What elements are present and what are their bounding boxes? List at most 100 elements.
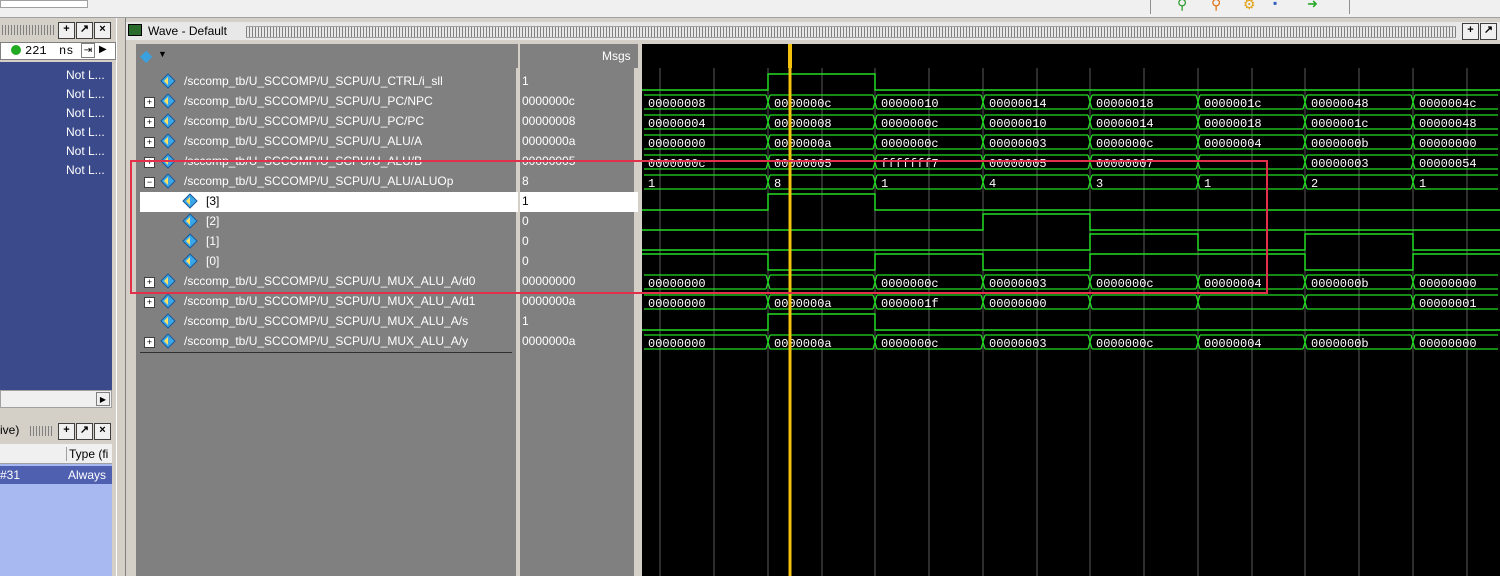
bus-value-label: 00000000 <box>1419 137 1477 151</box>
wave-titlebar: Wave - Default + ↗ <box>126 22 1500 40</box>
not-logged-label: Not L... <box>66 163 105 177</box>
cursor-head[interactable] <box>788 44 792 68</box>
bus-value-label: 00000014 <box>1096 117 1154 131</box>
bus-value-label: 0000000c <box>1096 137 1154 151</box>
scroll-right-arrow[interactable]: ▶ <box>96 392 110 406</box>
bus-value-label: 00000000 <box>648 137 706 151</box>
bus-value-label: 00000054 <box>1419 157 1477 171</box>
run-icon[interactable]: ⚲ <box>1177 0 1187 13</box>
signal-name: /sccomp_tb/U_SCCOMP/U_SCPU/U_MUX_ALU_A/s <box>184 314 469 328</box>
signal-name: /sccomp_tb/U_SCCOMP/U_SCPU/U_MUX_ALU_A/d… <box>184 294 476 308</box>
time-bar: 221 ns ⇥ ▶ <box>0 42 116 60</box>
waveform-bg <box>642 68 1500 576</box>
column-header-type[interactable]: Type (fi <box>66 447 108 461</box>
bus-value-label: 00000003 <box>989 337 1047 351</box>
bus-value-label: 0000000a <box>774 137 832 151</box>
close-icon[interactable]: × <box>94 22 111 39</box>
undock-icon[interactable]: ↗ <box>76 22 93 39</box>
expand-icon[interactable]: + <box>144 137 155 148</box>
time-status-icon <box>11 45 21 55</box>
expand-icon[interactable]: + <box>144 337 155 348</box>
bus-value-label: 00000010 <box>989 117 1047 131</box>
signal-value: 0000000a <box>522 134 576 148</box>
bus-value-label: 0000000b <box>1311 137 1369 151</box>
column-divider[interactable] <box>518 44 520 68</box>
time-jump-button[interactable]: ⇥ <box>81 43 95 58</box>
bus-value-label: 2 <box>1311 177 1318 191</box>
bus-value-label: 0000000c <box>881 137 939 151</box>
save-icon[interactable]: ▪ <box>1273 0 1277 10</box>
bus-value-label: 0000004c <box>1419 97 1477 111</box>
bus-value-label: 0000000c <box>881 117 939 131</box>
undock-icon[interactable]: ↗ <box>76 423 93 440</box>
msgs-header: Msgs <box>602 49 631 63</box>
add-icon[interactable]: + <box>58 22 75 39</box>
bus-value-label: 00000018 <box>1096 97 1154 111</box>
process-list: Not L... Not L... Not L... Not L... Not … <box>0 62 112 404</box>
bus-value-label: 1 <box>1419 177 1426 191</box>
signal-row[interactable]: + /sccomp_tb/U_SCCOMP/U_SCPU/U_ALU/A <box>140 132 518 152</box>
signal-menu-icon[interactable]: ◆ <box>140 46 152 66</box>
signal-row[interactable]: /sccomp_tb/U_SCCOMP/U_SCPU/U_CTRL/i_sll <box>140 72 518 92</box>
bus-value-label: 0000001c <box>1204 97 1262 111</box>
signal-row[interactable]: + /sccomp_tb/U_SCCOMP/U_SCPU/U_PC/NPC <box>140 92 518 112</box>
expand-icon[interactable]: + <box>144 297 155 308</box>
bus-value-label: 00000018 <box>1204 117 1262 131</box>
chevron-down-icon[interactable]: ▼ <box>158 49 167 59</box>
horizontal-scrollbar[interactable]: ▶ <box>0 390 112 408</box>
signal-name: /sccomp_tb/U_SCCOMP/U_SCPU/U_PC/PC <box>184 114 425 128</box>
signal-row[interactable]: + /sccomp_tb/U_SCCOMP/U_SCPU/U_MUX_ALU_A/… <box>140 292 518 312</box>
bus-value-label: 00000003 <box>1311 157 1369 171</box>
wave-header: ◆ ▼ Msgs <box>136 44 1500 68</box>
wave-window-icon <box>128 24 142 36</box>
expand-icon[interactable]: + <box>144 117 155 128</box>
time-unit: ns <box>59 44 74 58</box>
panel-grip[interactable] <box>30 426 52 436</box>
bus-value-label: 0000001c <box>1311 117 1369 131</box>
signal-row[interactable]: + /sccomp_tb/U_SCCOMP/U_SCPU/U_PC/PC <box>140 112 518 132</box>
lower-left-titlebar: ive) + ↗ × <box>0 422 116 440</box>
signal-row[interactable]: + /sccomp_tb/U_SCCOMP/U_SCPU/U_MUX_ALU_A/… <box>140 332 518 352</box>
row-id: #31 <box>0 468 21 482</box>
continue-icon[interactable]: ➜ <box>1307 0 1318 12</box>
close-icon[interactable]: × <box>94 423 111 440</box>
signal-row[interactable]: /sccomp_tb/U_SCCOMP/U_SCPU/U_MUX_ALU_A/s <box>140 312 518 332</box>
vertical-splitter[interactable] <box>116 18 126 576</box>
bus-value-label: 00000000 <box>989 297 1047 311</box>
time-next-arrow[interactable]: ▶ <box>99 44 107 55</box>
highlight-box <box>130 160 1268 294</box>
signal-value: 0000000a <box>522 334 576 348</box>
not-logged-label: Not L... <box>66 125 105 139</box>
bus-value-label: 0000000b <box>1311 337 1369 351</box>
signal-list-end <box>140 352 512 353</box>
panel-grip[interactable] <box>2 25 54 35</box>
table-row[interactable]: #31 Always <box>0 466 112 484</box>
undock-icon[interactable]: ↗ <box>1480 23 1497 40</box>
not-logged-label: Not L... <box>66 144 105 158</box>
signal-icon <box>160 293 176 309</box>
signal-icon <box>160 333 176 349</box>
signal-name: /sccomp_tb/U_SCCOMP/U_SCPU/U_MUX_ALU_A/y <box>184 334 469 348</box>
bus-value-label: 00000003 <box>989 137 1047 151</box>
bus-value-label: 00000008 <box>648 97 706 111</box>
signal-name: /sccomp_tb/U_SCCOMP/U_SCPU/U_PC/NPC <box>184 94 433 108</box>
panel-grip[interactable] <box>246 26 1456 38</box>
waveform-area[interactable]: 00000008 0000000c 00000010 00000014 00000018… <box>642 68 1500 576</box>
top-toolbar: ⚲ ⚲ ⚙ ▪ ➜ <box>0 0 1500 18</box>
row-type: Always <box>68 468 107 482</box>
signal-value: 1 <box>522 74 529 88</box>
break-icon[interactable]: ⚙ <box>1243 0 1256 13</box>
expand-icon[interactable]: + <box>144 97 155 108</box>
add-icon[interactable]: + <box>1462 23 1479 40</box>
left-panel-titlebar: + ↗ × <box>0 22 116 39</box>
signal-icon <box>160 93 176 109</box>
toolbar-group: ⚲ ⚲ ⚙ ▪ ➜ <box>1150 0 1350 14</box>
step-icon[interactable]: ⚲ <box>1211 0 1221 13</box>
bus-value-label: 00000008 <box>774 117 832 131</box>
bus-value-label: 00000004 <box>648 117 706 131</box>
bus-value-label: 00000004 <box>1204 337 1262 351</box>
add-icon[interactable]: + <box>58 423 75 440</box>
signal-value: 0000000c <box>522 94 575 108</box>
bus-value-label: 0000000c <box>881 337 939 351</box>
toolbar-left-field[interactable] <box>0 0 88 8</box>
